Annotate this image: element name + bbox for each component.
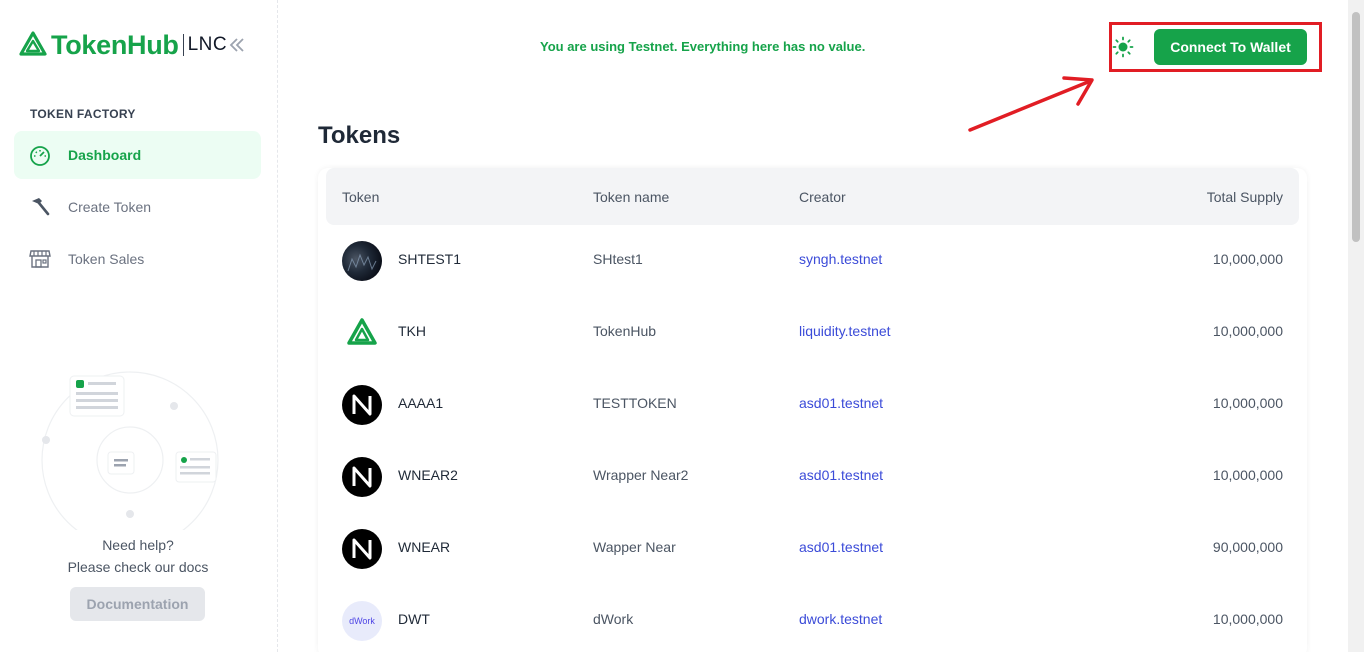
table-row[interactable]: WNEAR Wapper Near asd01.testnet 90,000,0…	[318, 513, 1307, 585]
token-symbol: WNEAR2	[398, 467, 458, 483]
token-symbol: SHTEST1	[398, 251, 462, 267]
column-header-token-name: Token name	[593, 189, 670, 205]
annotation-arrow	[968, 76, 1094, 132]
annotation-highlight-box	[1109, 22, 1322, 72]
total-supply: 90,000,000	[1212, 539, 1283, 555]
tokenhub-logo-icon	[19, 31, 47, 56]
sidebar-section-title: TOKEN FACTORY	[30, 107, 136, 121]
token-name: TESTTOKEN	[593, 395, 677, 411]
token-symbol: WNEAR	[398, 539, 451, 555]
page-scrollbar[interactable]	[1348, 0, 1364, 652]
creator-link[interactable]: syngh.testnet	[799, 251, 882, 267]
sidebar-item-label: Dashboard	[68, 147, 142, 163]
table-header: Token Token name Creator Total Supply	[326, 168, 1299, 225]
brand-suffix: LNC	[187, 34, 228, 55]
near-logo-icon	[342, 385, 382, 425]
sidebar-item-label: Token Sales	[68, 251, 145, 267]
token-name: SHtest1	[593, 251, 643, 267]
creator-link[interactable]: asd01.testnet	[799, 539, 883, 555]
near-logo-icon	[342, 529, 382, 569]
table-row[interactable]: AAAA1 TESTTOKEN asd01.testnet 10,000,000	[318, 369, 1307, 441]
column-header-token: Token	[342, 189, 380, 205]
table-row[interactable]: SHTEST1 SHtest1 syngh.testnet 10,000,000	[318, 225, 1307, 297]
help-heading: Need help?	[102, 537, 174, 553]
total-supply: 10,000,000	[1212, 611, 1283, 627]
tokens-table: Token Token name Creator Total Supply SH…	[318, 168, 1307, 652]
column-header-creator: Creator	[799, 189, 846, 205]
token-symbol: AAAA1	[398, 395, 444, 411]
total-supply: 10,000,000	[1212, 395, 1283, 411]
creator-link[interactable]: dwork.testnet	[799, 611, 882, 627]
token-name: Wrapper Near2	[593, 467, 689, 483]
documentation-button[interactable]: Documentation	[70, 587, 205, 621]
tokenhub-logo-icon	[342, 313, 382, 353]
testnet-banner: You are using Testnet. Everything here h…	[540, 39, 866, 54]
sidebar-item-dashboard[interactable]: Dashboard	[14, 131, 261, 179]
table-row[interactable]: WNEAR2 Wrapper Near2 asd01.testnet 10,00…	[318, 441, 1307, 513]
token-name: dWork	[593, 611, 634, 627]
dwork-logo-icon: dWork	[342, 601, 382, 641]
brand-logo[interactable]: TokenHub LNC	[18, 28, 227, 62]
sidebar-item-create-token[interactable]: Create Token	[14, 183, 261, 231]
brand-name: TokenHub	[51, 29, 179, 60]
scrollbar-thumb[interactable]	[1352, 12, 1360, 242]
near-logo-icon	[342, 457, 382, 497]
collapse-sidebar-icon[interactable]	[228, 36, 246, 54]
dark-photo-icon	[342, 241, 382, 281]
table-row[interactable]: dWork DWT dWork dwork.testnet 10,000,000	[318, 585, 1307, 652]
speedometer-icon	[28, 143, 52, 167]
token-symbol: TKH	[398, 323, 426, 339]
token-symbol: DWT	[398, 611, 430, 627]
creator-link[interactable]: asd01.testnet	[799, 467, 883, 483]
creator-link[interactable]: liquidity.testnet	[799, 323, 891, 339]
creator-link[interactable]: asd01.testnet	[799, 395, 883, 411]
help-subtext: Please check our docs	[67, 559, 209, 575]
total-supply: 10,000,000	[1212, 251, 1283, 267]
hammer-icon	[28, 195, 52, 219]
dwork-logo-text: dWork	[349, 616, 375, 626]
sidebar-item-token-sales[interactable]: Token Sales	[14, 235, 261, 283]
sidebar: TokenHub LNC TOKEN FACTORY Dashboard Cre…	[0, 0, 278, 652]
column-header-total-supply: Total Supply	[1206, 189, 1283, 205]
total-supply: 10,000,000	[1212, 467, 1283, 483]
table-row[interactable]: TKH TokenHub liquidity.testnet 10,000,00…	[318, 297, 1307, 369]
sidebar-item-label: Create Token	[68, 199, 152, 215]
page-title: Tokens	[318, 122, 401, 149]
store-icon	[28, 247, 52, 271]
token-name: Wapper Near	[593, 539, 676, 555]
total-supply: 10,000,000	[1212, 323, 1283, 339]
brand-divider	[182, 34, 184, 56]
token-name: TokenHub	[593, 323, 657, 339]
help-illustration	[41, 371, 219, 530]
